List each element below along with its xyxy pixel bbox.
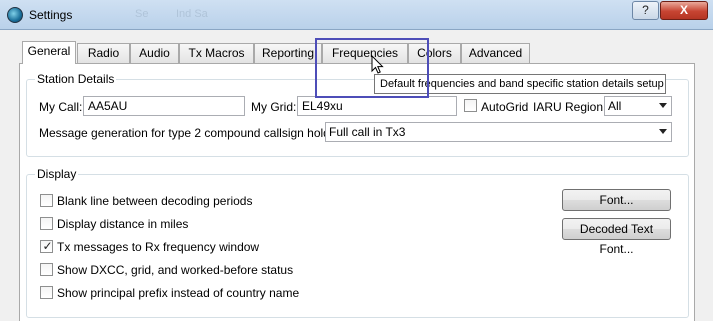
autogrid-checkbox[interactable] (464, 99, 477, 112)
principal-prefix-checkbox[interactable] (40, 286, 53, 299)
my-grid-field[interactable]: EL49xu (297, 96, 457, 116)
display-title: Display (35, 167, 79, 181)
tab-audio[interactable]: Audio (130, 43, 179, 63)
tab-reporting[interactable]: Reporting (254, 43, 322, 63)
dxcc-status-checkbox[interactable] (40, 263, 53, 276)
my-grid-label: My Grid: (251, 100, 297, 114)
help-button[interactable]: ? (632, 1, 659, 20)
font-button[interactable]: Font... (562, 189, 671, 211)
close-button[interactable]: X (660, 1, 708, 20)
dxcc-status-label: Show DXCC, grid, and worked-before statu… (57, 263, 294, 277)
background-window-text: Se (135, 8, 149, 20)
message-generation-value: Full call in Tx3 (329, 125, 406, 139)
checkmark-icon: ✓ (42, 239, 53, 253)
chevron-down-icon (659, 103, 667, 108)
decoded-text-font-button[interactable]: Decoded Text Font... (562, 218, 671, 256)
mouse-cursor-icon (371, 55, 384, 74)
tx-messages-label: Tx messages to Rx frequency window (57, 240, 260, 254)
iaru-region-value: All (608, 99, 622, 113)
general-tab-panel: Station Details My Call: AA5AU My Grid: … (19, 63, 695, 321)
message-generation-label: Message generation for type 2 compound c… (39, 126, 350, 140)
title-bar: Settings Se Ind Sa ? X (0, 0, 713, 30)
tx-messages-checkbox[interactable]: ✓ (40, 239, 53, 253)
distance-miles-checkbox[interactable] (40, 217, 53, 230)
tab-general[interactable]: General (22, 41, 76, 64)
app-icon (7, 7, 23, 23)
settings-content: General Radio Audio Tx Macros Reporting … (0, 30, 713, 321)
iaru-region-label: IARU Region: (533, 100, 607, 114)
distance-miles-label: Display distance in miles (57, 217, 189, 231)
tab-radio[interactable]: Radio (77, 43, 130, 63)
principal-prefix-label: Show principal prefix instead of country… (57, 286, 300, 300)
autogrid-label: AutoGrid (481, 100, 529, 114)
blank-line-checkbox[interactable] (40, 194, 53, 207)
my-call-label: My Call: (39, 100, 83, 114)
background-window-text: Ind Sa (176, 8, 208, 20)
message-generation-select[interactable]: Full call in Tx3 (325, 122, 672, 142)
tab-tx-macros[interactable]: Tx Macros (179, 43, 254, 63)
chevron-down-icon (659, 129, 667, 134)
window-title: Settings (29, 8, 73, 22)
tab-advanced[interactable]: Advanced (461, 43, 530, 63)
my-call-field[interactable]: AA5AU (83, 96, 245, 116)
blank-line-label: Blank line between decoding periods (57, 194, 253, 208)
iaru-region-select[interactable]: All (604, 96, 672, 116)
station-details-title: Station Details (35, 72, 117, 86)
display-group: Display Blank line between decoding peri… (26, 167, 689, 318)
